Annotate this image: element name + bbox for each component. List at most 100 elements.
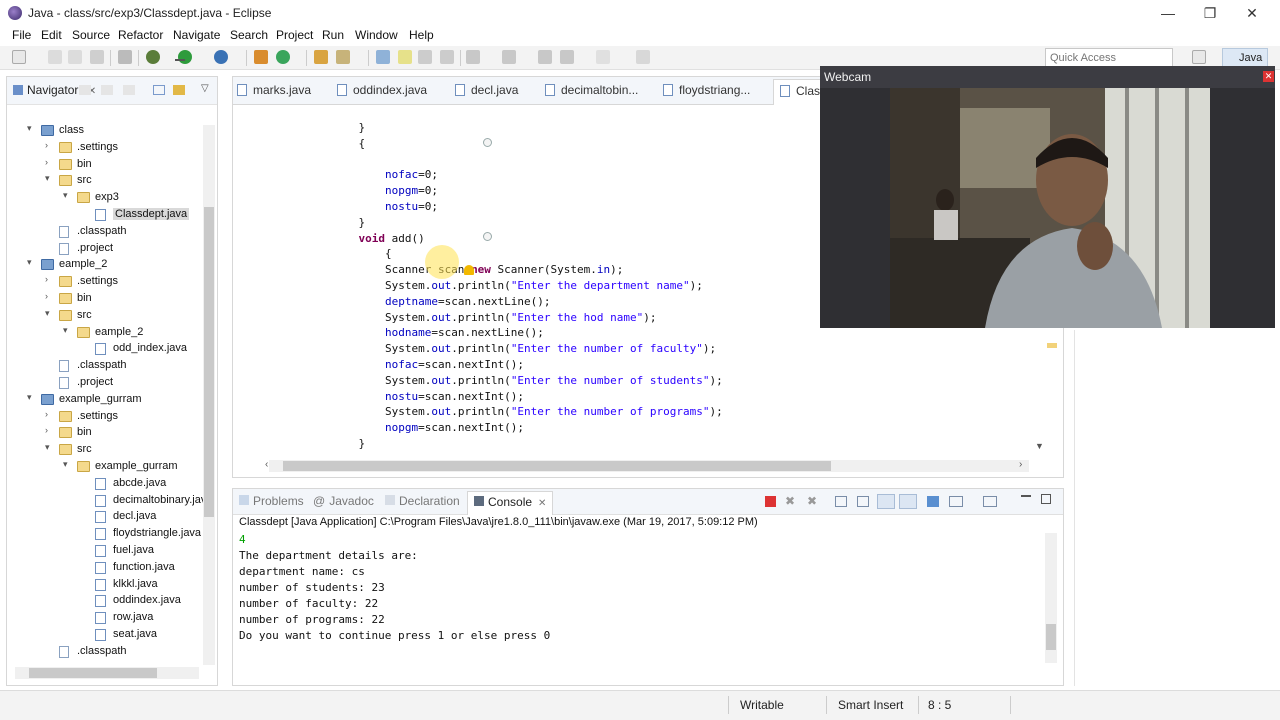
code-line[interactable]: nopgm=scan.nextInt(); (279, 421, 524, 437)
expanded-chevron-icon[interactable]: ▾ (27, 257, 37, 268)
collapsed-chevron-icon[interactable]: › (45, 140, 55, 150)
expanded-chevron-icon[interactable]: ▾ (45, 173, 55, 184)
code-line[interactable]: System.out.println("Enter the number of … (279, 374, 723, 390)
scroll-left-icon[interactable]: ‹ (265, 459, 268, 470)
editor-horizontal-scroll-thumb[interactable] (283, 461, 831, 471)
tree-item[interactable]: Classdept.java (81, 207, 197, 223)
collapsed-chevron-icon[interactable]: › (45, 409, 55, 419)
menu-window[interactable]: Window (355, 28, 398, 42)
tab-problems[interactable]: Problems (239, 494, 304, 508)
display-selected-console-icon[interactable] (949, 496, 963, 507)
editor-tab-marks[interactable]: marks.java (237, 83, 311, 97)
tab-declaration[interactable]: Declaration (385, 494, 460, 508)
previous-annotation-icon[interactable] (502, 50, 516, 64)
run-icon[interactable] (178, 50, 192, 64)
fold-toggle-icon[interactable] (483, 138, 492, 147)
quick-access-input[interactable] (1045, 48, 1173, 67)
maximize-console-icon[interactable] (1041, 494, 1051, 504)
collapsed-chevron-icon[interactable]: › (45, 157, 55, 167)
minimize-navigator-icon[interactable] (175, 59, 185, 61)
code-line[interactable]: System.out.println("Enter the hod name")… (279, 311, 657, 327)
code-line[interactable]: nostu=0; (279, 200, 438, 216)
save-all-icon[interactable] (68, 50, 82, 64)
tree-item[interactable]: klkkl.java (81, 577, 197, 593)
tree-item[interactable]: ▾ eample_2 (27, 257, 197, 273)
tab-console[interactable]: Console ✕ (467, 491, 554, 515)
new-icon[interactable] (12, 50, 26, 64)
open-console-icon[interactable] (983, 496, 997, 507)
code-line[interactable]: { (279, 247, 392, 263)
collapsed-chevron-icon[interactable]: › (45, 291, 55, 301)
console-horizontal-scrollbar[interactable] (239, 667, 1045, 679)
link-with-editor-icon[interactable] (173, 85, 185, 95)
tree-item[interactable]: fuel.java (81, 543, 197, 559)
editor-tab-oddindex[interactable]: oddindex.java (337, 83, 427, 97)
forward-icon[interactable] (596, 50, 610, 64)
tree-item[interactable]: ▾ example_gurram (27, 392, 197, 408)
code-line[interactable]: nostu=scan.nextInt(); (279, 390, 524, 406)
webcam-close-icon[interactable]: ✕ (1263, 71, 1274, 82)
navigator-horizontal-scroll-thumb[interactable] (29, 668, 157, 678)
menu-refactor[interactable]: Refactor (118, 28, 163, 42)
code-line[interactable]: } (279, 437, 365, 453)
debug-icon[interactable] (146, 50, 160, 64)
new-java-class-icon[interactable] (276, 50, 290, 64)
warning-icon[interactable] (464, 265, 474, 275)
collapsed-chevron-icon[interactable]: › (45, 274, 55, 284)
close-console-icon[interactable]: ✕ (538, 498, 546, 509)
expanded-chevron-icon[interactable]: ▾ (63, 190, 73, 201)
show-whitespace-icon[interactable] (440, 50, 454, 64)
code-line[interactable]: { (279, 137, 365, 153)
last-edit-location-icon[interactable] (538, 50, 552, 64)
save-icon[interactable] (48, 50, 62, 64)
tree-item[interactable]: ▾ src (45, 308, 197, 324)
console-vertical-scroll-thumb[interactable] (1046, 624, 1056, 650)
expanded-chevron-icon[interactable]: ▾ (63, 325, 73, 336)
minimize-console-icon[interactable] (1021, 495, 1031, 497)
toggle-icon[interactable] (118, 50, 132, 64)
restore-button[interactable]: ❐ (1196, 4, 1224, 22)
tree-item[interactable]: › .settings (45, 274, 197, 290)
menu-edit[interactable]: Edit (41, 28, 62, 42)
tree-item[interactable]: › .settings (45, 409, 197, 425)
tree-item[interactable]: oddindex.java (81, 593, 197, 609)
highlight-icon[interactable] (398, 50, 412, 64)
tree-item[interactable]: ▾ src (45, 442, 197, 458)
tree-item[interactable]: ▾ eample_2 (63, 325, 197, 341)
new-java-package-icon[interactable] (254, 50, 268, 64)
forward-nav-icon[interactable] (101, 85, 113, 95)
minimize-button[interactable]: — (1154, 4, 1182, 22)
tree-item[interactable]: › .settings (45, 140, 197, 156)
open-type-icon[interactable] (314, 50, 328, 64)
code-line[interactable]: hodname=scan.nextLine(); (279, 326, 544, 342)
code-line[interactable]: System.out.println("Enter the number of … (279, 342, 716, 358)
next-annotation-icon[interactable] (466, 50, 480, 64)
tree-item[interactable]: floydstriangle.java (81, 526, 201, 542)
code-line[interactable]: System.out.println("Enter the department… (279, 279, 703, 295)
external-tools-icon[interactable] (214, 50, 228, 64)
back-icon[interactable] (560, 50, 574, 64)
remove-launch-icon[interactable]: ✖ (785, 494, 795, 508)
tree-item[interactable]: decimaltobinary.java (81, 493, 203, 509)
tree-item[interactable]: row.java (81, 610, 197, 626)
menu-source[interactable]: Source (72, 28, 110, 42)
insert-mode-status[interactable]: Smart Insert (838, 698, 903, 712)
view-menu-icon[interactable]: ▽ (201, 83, 209, 94)
editor-tab-classdept[interactable]: Clas (773, 79, 828, 105)
up-nav-icon[interactable] (123, 85, 135, 95)
expanded-chevron-icon[interactable]: ▾ (27, 392, 37, 403)
toggle-mark-occurrences-icon[interactable] (376, 50, 390, 64)
pin-editor-icon[interactable] (636, 50, 650, 64)
remove-all-terminated-icon[interactable]: ✖ (807, 494, 817, 508)
tree-item[interactable]: › bin (45, 157, 197, 173)
tree-item[interactable]: abcde.java (81, 476, 197, 492)
block-selection-icon[interactable] (418, 50, 432, 64)
expanded-chevron-icon[interactable]: ▾ (45, 442, 55, 453)
menu-run[interactable]: Run (322, 28, 344, 42)
code-line[interactable]: } (279, 121, 365, 137)
back-nav-icon[interactable] (79, 85, 91, 95)
menu-project[interactable]: Project (276, 28, 313, 42)
java-perspective-button[interactable]: Java (1222, 48, 1268, 68)
collapsed-chevron-icon[interactable]: › (45, 425, 55, 435)
overview-ruler-warning[interactable] (1047, 343, 1057, 348)
